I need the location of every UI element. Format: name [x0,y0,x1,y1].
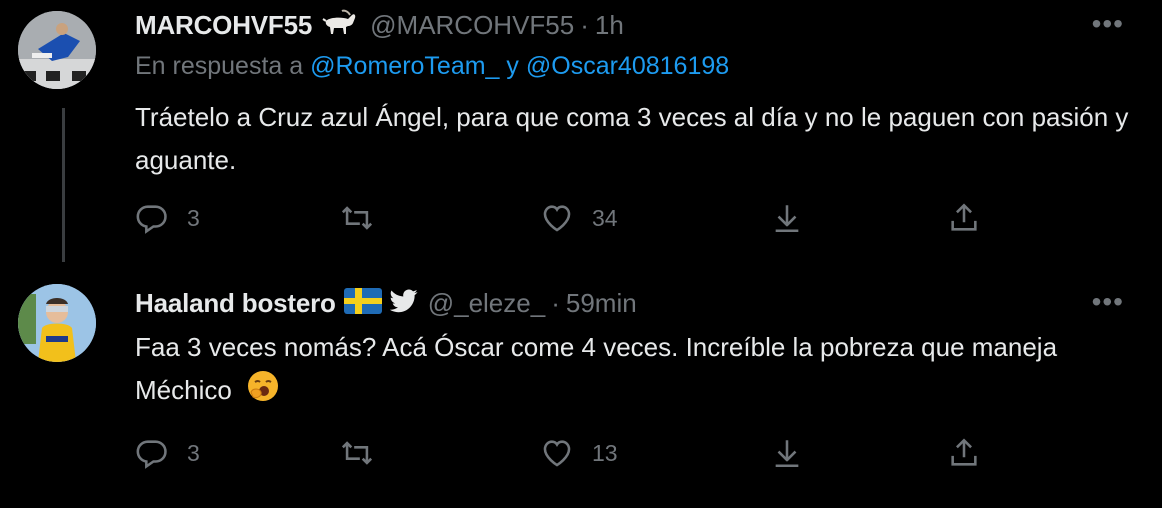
tweet[interactable]: MARCOHVF55 @MARCOHVF55 · 1h ••• En respu… [0,0,1162,262]
twitter-bird-icon [389,288,418,318]
thread-line [62,108,65,262]
tweet-content: MARCOHVF55 @MARCOHVF55 · 1h ••• En respu… [135,6,1132,182]
timestamp[interactable]: 1h [595,10,624,41]
download-button[interactable] [770,201,804,235]
reply-button[interactable]: 3 [135,436,200,470]
share-button[interactable] [947,201,981,235]
tweet[interactable]: Haaland bostero @_eleze_ · 59min ••• Faa… [0,262,1162,508]
tweet-text: Tráetelo a Cruz azul Ángel, para que com… [135,102,1129,175]
share-icon [951,438,977,466]
handle[interactable]: @MARCOHVF55 [370,10,574,41]
tweet-content: Haaland bostero @_eleze_ · 59min ••• Faa… [135,284,1132,415]
like-count: 13 [592,439,618,466]
tweet-actions: 3 34 [135,198,995,238]
yawning-face-emoji [247,370,279,415]
mention-link[interactable]: @RomeroTeam_ [310,52,499,80]
share-icon [951,203,977,231]
reply-button[interactable]: 3 [135,201,200,235]
like-button[interactable]: 34 [540,201,618,235]
reply-count: 3 [187,439,200,466]
display-name[interactable]: Haaland bostero [135,288,336,319]
timestamp[interactable]: 59min [566,288,637,319]
download-button[interactable] [770,436,804,470]
tweet-actions: 3 13 [135,433,995,473]
like-button[interactable]: 13 [540,436,618,470]
reply-prefix: En respuesta a [135,52,304,80]
share-button[interactable] [947,436,981,470]
like-count: 34 [592,204,618,231]
tweet-header: MARCOHVF55 @MARCOHVF55 · 1h [135,6,1132,44]
reply-count: 3 [187,204,200,231]
retweet-icon [341,206,373,230]
heart-icon [543,440,571,467]
more-options-icon[interactable]: ••• [1092,288,1124,316]
sweden-flag-emoji [343,287,382,319]
tweet-header: Haaland bostero @_eleze_ · 59min [135,284,1132,322]
heart-icon [543,205,571,232]
mention-link[interactable]: @Oscar40816198 [526,52,729,80]
reply-icon [136,440,167,469]
reply-conjunction: y [506,52,519,80]
display-name[interactable]: MARCOHVF55 [135,10,312,41]
arrow-down-icon [775,440,799,468]
avatar[interactable] [18,11,96,89]
retweet-button[interactable] [340,201,392,235]
goat-emoji [320,9,360,42]
reply-icon [136,205,167,234]
avatar[interactable] [18,284,96,362]
reply-context: En respuesta a @RomeroTeam_ y @Oscar4081… [135,52,1132,88]
handle[interactable]: @_eleze_ [428,288,545,319]
more-options-icon[interactable]: ••• [1092,10,1124,38]
retweet-button[interactable] [340,436,392,470]
arrow-down-icon [775,205,799,233]
retweet-icon [341,441,373,465]
separator-dot: · [580,9,589,40]
separator-dot: · [551,287,560,318]
tweet-text: Faa 3 veces nomás? Acá Óscar come 4 vece… [135,326,1145,415]
